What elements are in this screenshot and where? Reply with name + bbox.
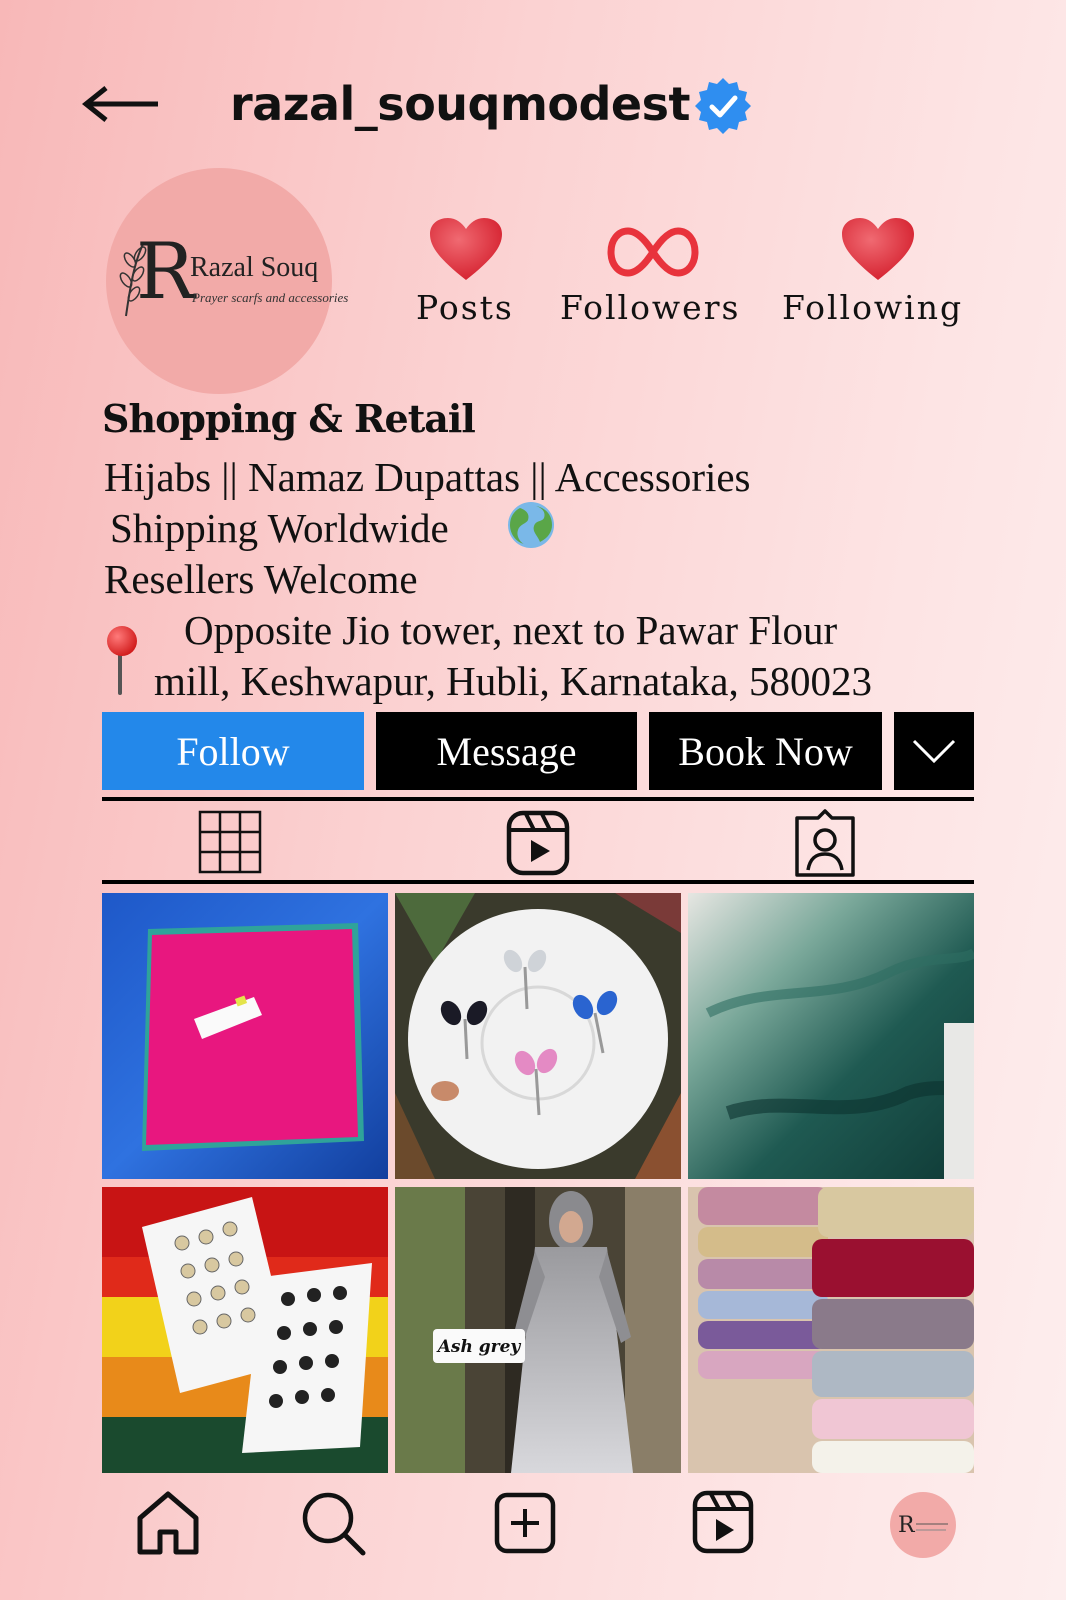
- post-thumbnail[interactable]: [102, 893, 388, 1179]
- post-caption: Ash grey: [436, 1337, 522, 1357]
- posts-label[interactable]: Posts: [416, 286, 514, 330]
- post-thumbnail[interactable]: [395, 893, 681, 1179]
- bio-line: Shipping Worldwide: [110, 505, 449, 551]
- profile-avatar[interactable]: R: [890, 1492, 956, 1558]
- profile-category: Shopping & Retail: [102, 396, 476, 441]
- heart-icon: [842, 218, 914, 280]
- brand-logo-icon: R: [898, 1513, 948, 1538]
- post-image-hijab-pins: [395, 893, 681, 1179]
- svg-text:R: R: [898, 1513, 916, 1538]
- bio-line: Hijabs || Namaz Dupattas || Accessories: [104, 454, 751, 500]
- bio-line: Resellers Welcome: [104, 556, 418, 602]
- message-button[interactable]: Message: [376, 712, 637, 790]
- reels-icon[interactable]: [506, 810, 570, 876]
- back-arrow-icon[interactable]: [82, 84, 162, 124]
- post-image-abaya: Ash grey: [395, 1187, 681, 1473]
- divider: [102, 880, 974, 884]
- home-icon[interactable]: [136, 1490, 200, 1556]
- search-icon[interactable]: [300, 1490, 366, 1556]
- divider: [102, 797, 974, 801]
- chevron-down-icon: [912, 739, 956, 763]
- reels-icon[interactable]: [692, 1490, 754, 1554]
- address-line: mill, Keshwapur, Hubli, Karnataka, 58002…: [154, 658, 872, 704]
- following-label[interactable]: Following: [782, 286, 963, 330]
- more-options-button[interactable]: [894, 712, 974, 790]
- followers-label[interactable]: Followers: [560, 286, 740, 330]
- address-line: Opposite Jio tower, next to Pawar Flour: [184, 607, 838, 653]
- post-image-pink-scarf: [102, 893, 388, 1179]
- brand-initial: R: [136, 227, 195, 317]
- post-thumbnail[interactable]: [102, 1187, 388, 1473]
- heart-icon: [430, 218, 502, 280]
- infinity-icon: [607, 227, 699, 277]
- tagged-icon[interactable]: [794, 808, 856, 878]
- profile-username: razal_souqmodest: [230, 77, 691, 131]
- post-thumbnail[interactable]: Ash grey: [395, 1187, 681, 1473]
- brand-tagline: Prayer scarfs and accessories: [192, 290, 349, 305]
- follow-button[interactable]: Follow: [102, 712, 364, 790]
- post-thumbnail[interactable]: [688, 893, 974, 1179]
- brand-name: Razal Souq: [190, 252, 319, 283]
- globe-icon: [508, 502, 554, 548]
- post-image-pin-cards: [102, 1187, 388, 1473]
- create-icon[interactable]: [494, 1492, 556, 1554]
- grid-icon[interactable]: [198, 810, 262, 874]
- post-thumbnail[interactable]: [688, 1187, 974, 1473]
- profile-avatar[interactable]: R Razal Souq Prayer scarfs and accessori…: [106, 168, 348, 394]
- post-image-satin-scarves: [688, 1187, 974, 1473]
- post-image-green-fabric: [688, 893, 974, 1179]
- book-now-button[interactable]: Book Now: [649, 712, 882, 790]
- verified-badge-icon: [695, 78, 751, 134]
- location-pin-icon: [107, 626, 137, 695]
